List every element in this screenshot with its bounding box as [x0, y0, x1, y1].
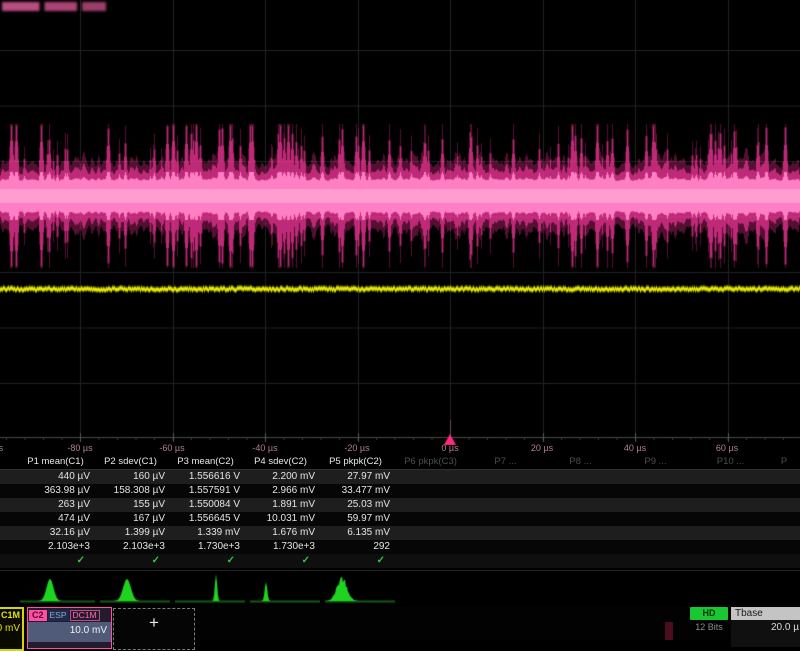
c2-vertical-scale: 10.0 mV	[28, 622, 111, 642]
cell: 1.556645 V	[168, 512, 243, 526]
c2-badge-row: C2 ESP DC1M	[28, 608, 111, 621]
c1-coupling-badge: C1M	[0, 609, 22, 622]
measure-header-p7[interactable]: P7 ...	[468, 455, 543, 469]
waveform-display[interactable]	[0, 0, 800, 458]
cell: 25.03 mV	[318, 498, 393, 512]
measurement-header-row: P1 mean(C1) P2 sdev(C1) P3 mean(C2) P4 s…	[0, 455, 800, 470]
time-label: 40 µs	[624, 443, 646, 453]
oscilloscope-screen: -100 µs -80 µs -60 µs -40 µs -20 µs 0 µs…	[0, 0, 800, 640]
table-row-max: 474 µV 167 µV 1.556645 V 10.031 mV 59.97…	[0, 512, 800, 526]
cell: 292	[318, 540, 393, 554]
hd-mode-badge: HD	[690, 607, 728, 620]
cell: 1.730e+3	[243, 540, 318, 554]
cell: 27.97 mV	[318, 470, 393, 484]
measurement-histicons	[0, 570, 800, 605]
trace-annotation-smudge	[2, 2, 106, 11]
cell: 1.556616 V	[168, 470, 243, 484]
cell: 2.103e+3	[18, 540, 93, 554]
measure-header-p10[interactable]: P10 ...	[693, 455, 768, 469]
timebase-title: Tbase	[731, 607, 800, 620]
c1-vertical-scale: 0 mV	[0, 622, 22, 636]
measure-header-p3[interactable]: P3 mean(C2)	[168, 455, 243, 469]
measure-header-p6[interactable]: P6 pkpk(C3)	[393, 455, 468, 469]
cell: 363.98 µV	[18, 484, 93, 498]
time-label: -40 µs	[252, 443, 277, 453]
status-check-icon: ✓	[93, 554, 168, 568]
trigger-box-edge	[665, 622, 673, 640]
cell: 1.730e+3	[168, 540, 243, 554]
measure-header-p9[interactable]: P9 ...	[618, 455, 693, 469]
c2-coupling-badge: DC1M	[70, 610, 100, 621]
add-trace-button[interactable]: +	[113, 608, 195, 650]
cell: 1.339 mV	[168, 526, 243, 540]
cell: 160 µV	[93, 470, 168, 484]
status-check-icon: ✓	[168, 554, 243, 568]
descriptor-bar: C1M 0 mV C2 ESP DC1M 10.0 mV + HD 12 Bit…	[0, 606, 800, 640]
status-check-icon: ✓	[243, 554, 318, 568]
measure-header-p2[interactable]: P2 sdev(C1)	[93, 455, 168, 469]
cell: 1.557591 V	[168, 484, 243, 498]
cell: 1.891 mV	[243, 498, 318, 512]
measure-header-p4[interactable]: P4 sdev(C2)	[243, 455, 318, 469]
cell: 1.550084 V	[168, 498, 243, 512]
cell: 440 µV	[18, 470, 93, 484]
measure-header-p8[interactable]: P8 ...	[543, 455, 618, 469]
cell: 155 µV	[93, 498, 168, 512]
cell: 2.966 mV	[243, 484, 318, 498]
table-row-mean: 363.98 µV 158.308 µV 1.557591 V 2.966 mV…	[0, 484, 800, 498]
c2-esp-badge: ESP	[48, 610, 69, 621]
status-check-icon: ✓	[18, 554, 93, 568]
cell: 33.477 mV	[318, 484, 393, 498]
cell: 59.97 mV	[318, 512, 393, 526]
cell: 474 µV	[18, 512, 93, 526]
cell: 2.200 mV	[243, 470, 318, 484]
measure-header-p11-cut[interactable]: P	[768, 455, 800, 469]
timebase-descriptor[interactable]: Tbase 20.0 µ	[731, 607, 800, 647]
table-row-status: ✓ ✓ ✓ ✓ ✓	[0, 554, 800, 568]
time-label-zero: 0 µs	[441, 443, 458, 453]
table-row-value: 440 µV 160 µV 1.556616 V 2.200 mV 27.97 …	[0, 470, 800, 484]
time-label: 60 µs	[716, 443, 738, 453]
cell: 167 µV	[93, 512, 168, 526]
cell: 263 µV	[18, 498, 93, 512]
cell: 6.135 mV	[318, 526, 393, 540]
cell: 158.308 µV	[93, 484, 168, 498]
cell: 10.031 mV	[243, 512, 318, 526]
hd-bits-label: 12 Bits	[686, 622, 732, 632]
channel-c1-descriptor[interactable]: C1M 0 mV	[0, 607, 24, 651]
channel-c2-descriptor[interactable]: C2 ESP DC1M 10.0 mV	[27, 607, 112, 649]
time-label: -60 µs	[159, 443, 184, 453]
cell: 1.399 µV	[93, 526, 168, 540]
measure-header-p1[interactable]: P1 mean(C1)	[18, 455, 93, 469]
time-label: -20 µs	[344, 443, 369, 453]
table-row-sdev: 32.16 µV 1.399 µV 1.339 mV 1.676 mV 6.13…	[0, 526, 800, 540]
measurement-table: P1 mean(C1) P2 sdev(C1) P3 mean(C2) P4 s…	[0, 455, 800, 568]
cell: 32.16 µV	[18, 526, 93, 540]
measure-header-p5[interactable]: P5 pkpk(C2)	[318, 455, 393, 469]
time-label: -100 µs	[0, 443, 3, 453]
time-label: -80 µs	[67, 443, 92, 453]
timebase-scale: 20.0 µ	[731, 620, 800, 636]
c2-label-badge: C2	[29, 610, 47, 621]
cell: 1.676 mV	[243, 526, 318, 540]
status-check-icon: ✓	[318, 554, 393, 568]
table-row-num: 2.103e+3 2.103e+3 1.730e+3 1.730e+3 292	[0, 540, 800, 554]
table-row-min: 263 µV 155 µV 1.550084 V 1.891 mV 25.03 …	[0, 498, 800, 512]
cell: 2.103e+3	[93, 540, 168, 554]
time-label: 20 µs	[531, 443, 553, 453]
